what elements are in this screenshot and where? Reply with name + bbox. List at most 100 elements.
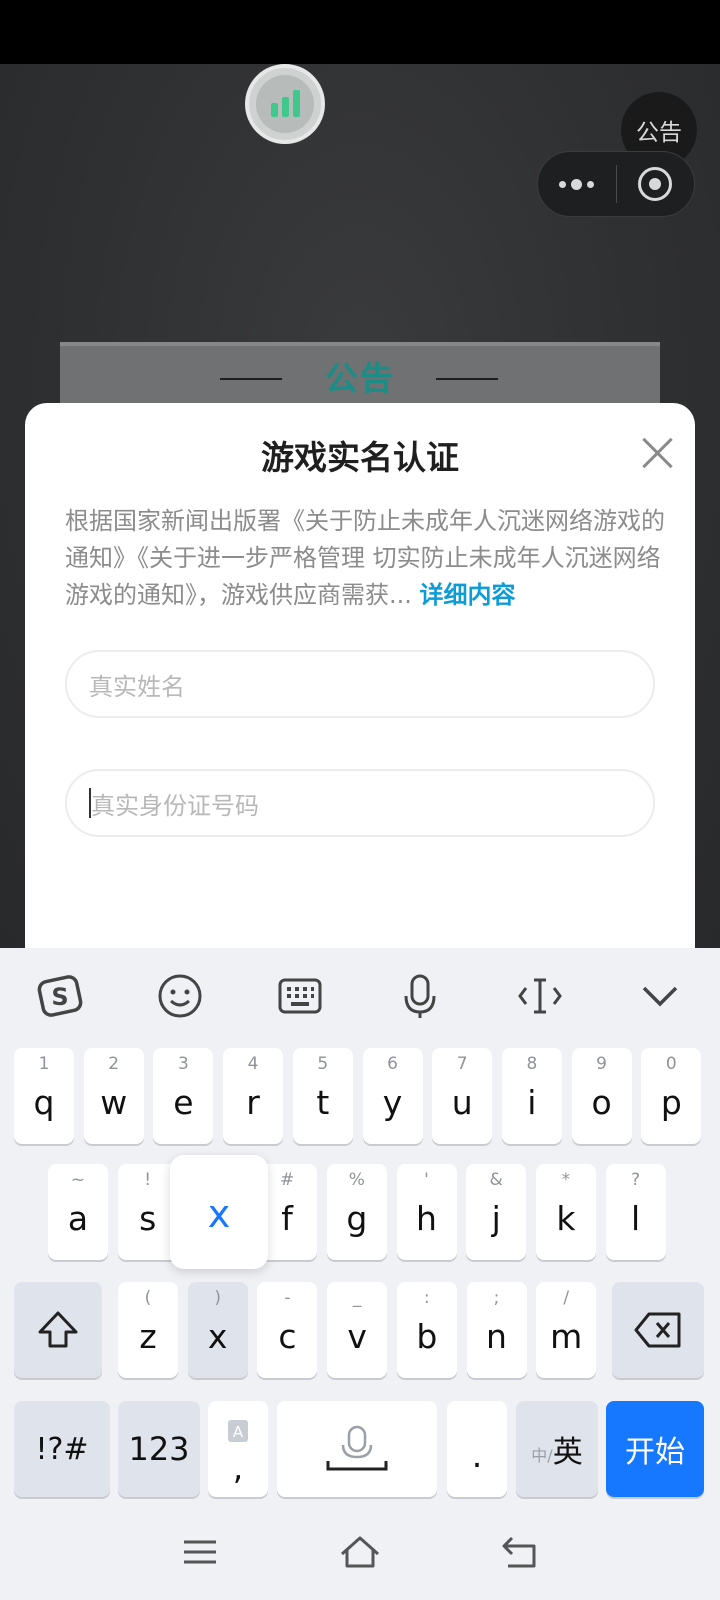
key-hint: ?: [631, 1170, 641, 1190]
key-hint: 3: [177, 1054, 189, 1074]
key-label: q: [33, 1082, 55, 1122]
key-c[interactable]: -c: [257, 1282, 318, 1378]
key-n[interactable]: ; n: [466, 1282, 527, 1378]
key-label: c: [278, 1316, 297, 1356]
key-g[interactable]: % g: [326, 1164, 387, 1260]
key-hint: (: [144, 1288, 152, 1308]
more-menu-button[interactable]: [538, 152, 616, 216]
key-label: n: [486, 1316, 507, 1356]
key-hint: !: [144, 1170, 152, 1190]
dialog-description: 根据国家新闻出版署《关于防止未成年人沉迷网络游戏的通知》《关于进一步严格管理 切…: [65, 503, 665, 614]
key-hint: 1: [38, 1054, 50, 1074]
cursor-move-icon[interactable]: [514, 970, 566, 1022]
key-l[interactable]: ? l: [605, 1164, 666, 1260]
key-h[interactable]: ' h: [396, 1164, 457, 1260]
real-name-placeholder: 真实姓名: [89, 672, 185, 701]
key-r[interactable]: 4r: [223, 1048, 284, 1144]
key-hint: 5: [317, 1054, 329, 1074]
id-number-placeholder: 真实身份证号码: [91, 791, 259, 820]
key-label: o: [591, 1082, 612, 1122]
key-z[interactable]: (z: [118, 1282, 178, 1378]
menu-icon[interactable]: [178, 1530, 222, 1574]
key-k[interactable]: * k: [535, 1164, 596, 1260]
key-v[interactable]: _ v: [327, 1282, 388, 1378]
symbols-key[interactable]: !?#: [14, 1401, 110, 1497]
start-key[interactable]: 开始: [606, 1401, 704, 1497]
key-hint: _: [352, 1288, 362, 1308]
key-hint: %: [348, 1170, 365, 1190]
key-hint: ~: [70, 1170, 86, 1190]
shift-key[interactable]: [14, 1282, 102, 1378]
home-icon[interactable]: [338, 1530, 382, 1574]
key-y[interactable]: 6y: [362, 1048, 423, 1144]
status-bar: [0, 0, 720, 64]
numbers-key[interactable]: 123: [118, 1401, 200, 1497]
key-t[interactable]: 5t: [292, 1048, 353, 1144]
key-o[interactable]: 9o: [571, 1048, 632, 1144]
sogou-logo-icon[interactable]: S: [34, 970, 86, 1022]
key-hint: ': [424, 1170, 429, 1190]
back-icon[interactable]: [498, 1530, 542, 1574]
miniprogram-capsule: [537, 151, 695, 217]
key-label: x: [207, 1316, 228, 1356]
keyboard-toolbar: S: [0, 948, 720, 1044]
key-label: k: [556, 1198, 576, 1238]
key-label: g: [346, 1198, 368, 1238]
key-label: i: [527, 1082, 537, 1122]
space-key[interactable]: [277, 1401, 437, 1497]
signal-bars-icon: [256, 75, 314, 133]
key-s[interactable]: ! s: [117, 1164, 178, 1260]
key-hint: 4: [247, 1054, 259, 1074]
key-hint: 6: [387, 1054, 398, 1074]
key-label: h: [416, 1198, 437, 1238]
period-key[interactable]: .: [447, 1401, 507, 1497]
key-e[interactable]: 3e: [153, 1048, 214, 1144]
key-label: t: [316, 1082, 330, 1122]
comma-key[interactable]: A ,: [208, 1401, 268, 1497]
record-circle-icon: [638, 167, 673, 201]
realname-dialog: 游戏实名认证 根据国家新闻出版署《关于防止未成年人沉迷网络游戏的通知》《关于进一…: [25, 403, 695, 963]
microphone-icon[interactable]: [394, 970, 446, 1022]
key-hint: -: [284, 1288, 291, 1308]
key-hint: ;: [493, 1288, 500, 1308]
system-nav-bar: [0, 1508, 720, 1600]
key-hint: 9: [596, 1054, 607, 1074]
backspace-key[interactable]: [612, 1282, 704, 1378]
key-j[interactable]: & j: [466, 1164, 527, 1260]
key-preview-popup: x: [170, 1155, 268, 1269]
key-label: z: [139, 1316, 157, 1356]
key-p[interactable]: 0p: [641, 1048, 702, 1144]
key-hint: 2: [108, 1054, 120, 1074]
emoji-icon[interactable]: [154, 970, 206, 1022]
key-label: u: [451, 1082, 473, 1122]
collapse-keyboard-icon[interactable]: [634, 970, 686, 1022]
key-hint: 8: [526, 1054, 538, 1074]
key-hint: 7: [456, 1054, 468, 1074]
key-m[interactable]: / m: [536, 1282, 597, 1378]
background-panel-title: 公告: [325, 359, 395, 398]
key-hint: 0: [665, 1054, 677, 1074]
detail-link[interactable]: 详细内容: [420, 581, 516, 609]
key-w[interactable]: 2w: [83, 1048, 144, 1144]
key-a[interactable]: ~ a: [48, 1164, 108, 1260]
key-label: j: [491, 1198, 501, 1238]
language-switch-key[interactable]: 中/ 英: [516, 1401, 598, 1497]
soft-keyboard: S !?# 123 A , . 中/ 英 开始 1 q 2 w 3 e 4 r …: [0, 948, 720, 1600]
floating-ball[interactable]: [245, 64, 325, 144]
exit-button[interactable]: [617, 152, 695, 216]
key-label: e: [173, 1082, 194, 1122]
real-name-input[interactable]: 真实姓名: [65, 650, 655, 718]
key-i[interactable]: 8i: [501, 1048, 562, 1144]
key-b[interactable]: :b: [396, 1282, 457, 1378]
key-x[interactable]: ) x: [187, 1282, 248, 1378]
svg-text:S: S: [51, 983, 68, 1011]
close-icon[interactable]: [639, 435, 675, 471]
key-u[interactable]: 7u: [432, 1048, 493, 1144]
key-q[interactable]: 1q: [14, 1048, 74, 1144]
key-label: b: [416, 1316, 438, 1356]
id-number-input[interactable]: 真实身份证号码: [65, 769, 655, 837]
key-hint: :: [423, 1288, 430, 1308]
key-label: l: [631, 1198, 641, 1238]
keyboard-icon[interactable]: [274, 970, 326, 1022]
key-hint: ): [214, 1288, 221, 1308]
